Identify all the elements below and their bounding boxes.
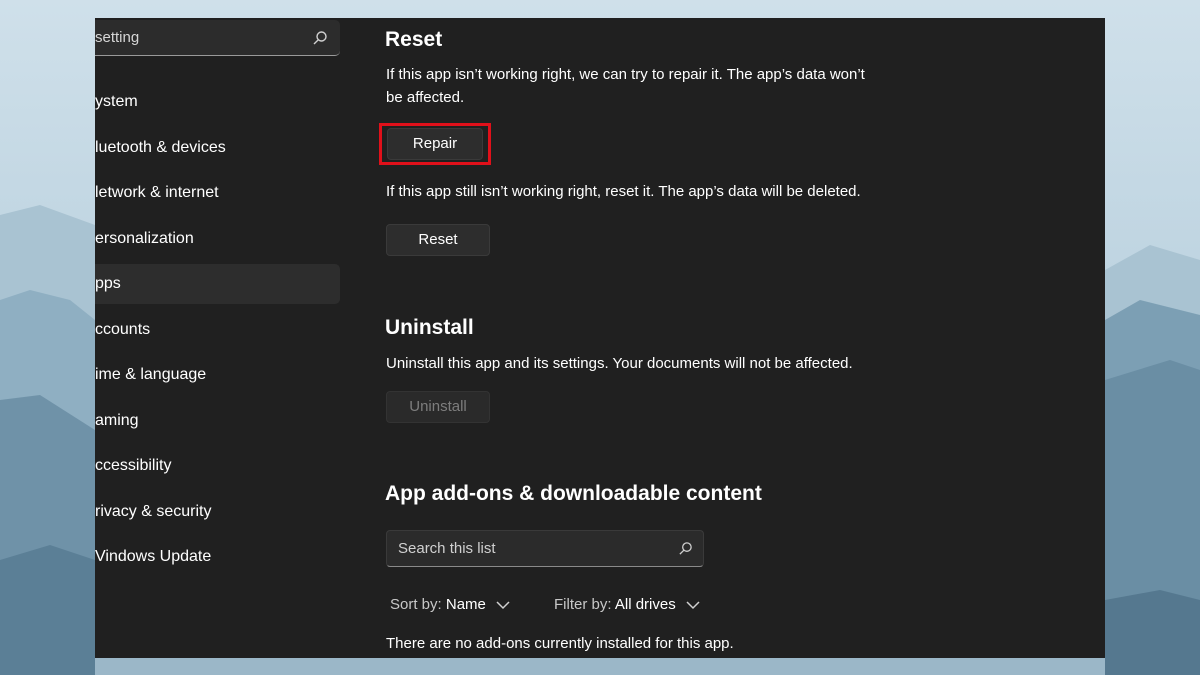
sidebar-item-windows-update[interactable]: Vindows Update [95, 537, 340, 577]
no-addons-message: There are no add-ons currently installed… [386, 635, 734, 652]
sidebar-item-network-internet[interactable]: letwork & internet [95, 173, 340, 213]
main-content: Reset If this app isn’t working right, w… [350, 18, 1105, 658]
sidebar-item-accessibility[interactable]: ccessibility [95, 446, 340, 486]
sidebar: setting ystem luetooth & devices letwork… [95, 18, 350, 658]
sidebar-item-privacy-security[interactable]: rivacy & security [95, 492, 340, 532]
settings-search-value: setting [95, 29, 140, 46]
repair-description: If this app isn’t working right, we can … [386, 66, 865, 106]
filter-value: All drives [614, 596, 676, 613]
uninstall-button[interactable]: Uninstall [386, 391, 490, 423]
uninstall-heading: Uninstall [385, 316, 474, 339]
sort-label: Sort by: [390, 596, 442, 613]
search-icon[interactable] [312, 30, 328, 46]
sidebar-item-time-language[interactable]: ime & language [95, 355, 340, 395]
reset-button[interactable]: Reset [386, 224, 490, 256]
repair-button[interactable]: Repair [387, 128, 483, 160]
sidebar-item-bluetooth-devices[interactable]: luetooth & devices [95, 128, 340, 168]
addons-search-input[interactable]: Search this list [386, 530, 704, 567]
filter-label: Filter by: [554, 596, 612, 613]
uninstall-description: Uninstall this app and its settings. You… [386, 355, 853, 372]
reset-description: If this app still isn’t working right, r… [386, 183, 861, 200]
sort-dropdown[interactable]: Sort by: Name [390, 595, 510, 615]
sidebar-item-accounts[interactable]: ccounts [95, 310, 340, 350]
reset-heading: Reset [385, 28, 443, 51]
sidebar-item-apps[interactable]: pps [95, 264, 340, 304]
addons-search-placeholder: Search this list [398, 540, 496, 557]
addons-heading: App add-ons & downloadable content [385, 482, 762, 505]
settings-search-input[interactable]: setting [95, 20, 340, 56]
sort-value: Name [445, 596, 486, 613]
filter-dropdown[interactable]: Filter by: All drives [554, 595, 700, 615]
chevron-down-icon [496, 601, 510, 610]
search-icon[interactable] [678, 541, 693, 556]
sidebar-item-system[interactable]: ystem [95, 82, 340, 122]
sidebar-item-gaming[interactable]: aming [95, 401, 340, 441]
settings-window: setting ystem luetooth & devices letwork… [95, 18, 1105, 658]
sidebar-item-personalization[interactable]: ersonalization [95, 219, 340, 259]
chevron-down-icon [686, 601, 700, 610]
